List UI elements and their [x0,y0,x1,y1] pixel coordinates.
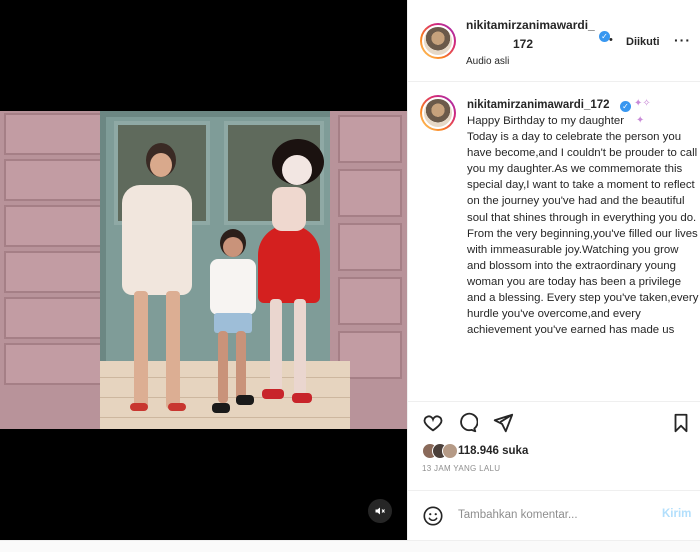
pink-wall-left [0,111,112,429]
smiley-icon[interactable] [422,505,444,527]
media-pane[interactable] [0,0,407,540]
woman-in-white [112,139,202,419]
speaker-muted-icon [375,507,385,515]
post-sidebar: nikitamirzanimawardi_ 172 ✓ • Diikuti ··… [407,0,700,540]
caption-username[interactable]: nikitamirzanimawardi_172 [467,99,610,111]
post-video-frame[interactable] [0,111,407,429]
paper-plane-icon[interactable] [492,412,514,434]
heart-icon[interactable] [422,412,444,434]
following-button[interactable]: Diikuti [626,36,660,48]
comment-input[interactable] [458,506,638,524]
action-bar [408,412,700,438]
caption-avatar[interactable] [420,95,456,131]
verified-badge-icon: ✓ [620,101,631,112]
post-timestamp[interactable]: 13 JAM YANG LALU [422,464,500,473]
separator-dot: • [609,34,613,46]
comment-bar: Kirim [408,490,700,540]
caption-text: Happy Birthday to my daughter Today is a… [467,115,699,337]
likes-count[interactable]: 118.946 suka [458,445,528,457]
betty-boop-costume [248,139,332,409]
bookmark-icon[interactable] [670,412,692,434]
audio-link[interactable]: Audio asli [466,56,509,67]
author-username-suffix[interactable]: 172 [513,37,533,51]
liker-avatar[interactable] [442,443,458,459]
author-username[interactable]: nikitamirzanimawardi_ [466,18,595,32]
post-comment-button[interactable]: Kirim [662,508,691,520]
post-header: nikitamirzanimawardi_ 172 ✓ • Diikuti ··… [408,0,700,82]
sparkles-emoji-icon: ✦✧ [634,98,651,109]
more-options-button[interactable]: ··· [674,32,691,48]
comment-bubble-icon[interactable] [456,412,478,434]
author-avatar[interactable] [420,23,456,59]
caption-scroll-area[interactable]: nikitamirzanimawardi_172 ✓ ✦✧ Happy Birt… [408,83,700,402]
sparkles-emoji-icon: ✦ [636,115,645,126]
mute-button[interactable] [368,499,392,523]
likes-row: 118.946 suka [422,443,692,461]
page-bottom-strip [0,540,700,552]
